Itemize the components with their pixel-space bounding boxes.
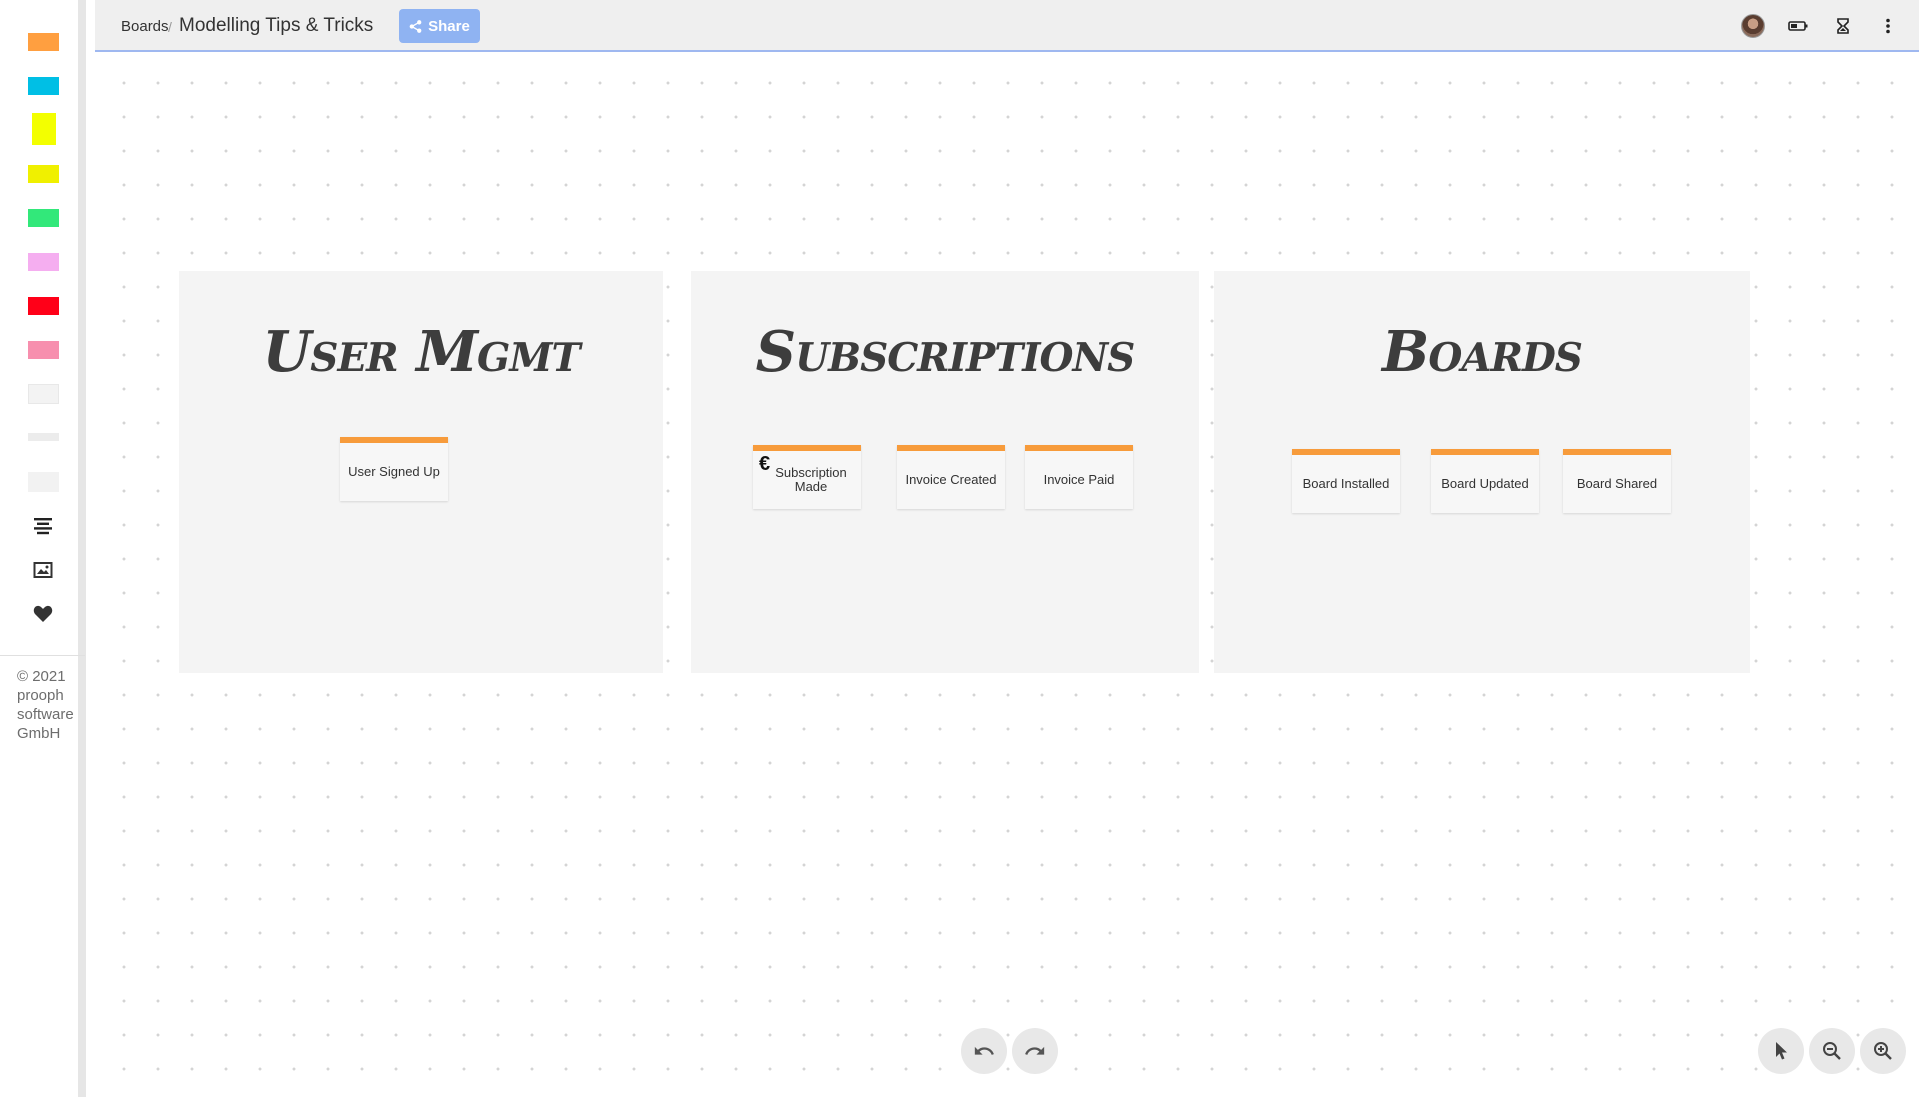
hourglass-icon[interactable] <box>1831 14 1855 38</box>
board-title: Modelling Tips & Tricks <box>179 15 374 36</box>
sticky-label: Invoice Created <box>905 472 997 487</box>
sticky-label: Board Shared <box>1576 476 1658 491</box>
zoom-out-icon <box>1823 1042 1841 1060</box>
event-sticky[interactable]: User Signed Up <box>340 437 448 501</box>
zoom-in-icon <box>1874 1042 1892 1060</box>
battery-icon[interactable] <box>1786 14 1810 38</box>
undo-icon <box>974 1046 994 1055</box>
euro-icon: € <box>759 453 771 475</box>
frame-tool[interactable] <box>28 472 59 492</box>
event-sticky[interactable]: Board Updated <box>1431 449 1539 513</box>
sticky-label: Board Updated <box>1441 476 1529 491</box>
redo-icon <box>1025 1046 1045 1055</box>
document-sticky-tool[interactable] <box>28 209 59 227</box>
event-sticky-tool[interactable] <box>28 33 59 51</box>
frame-user-mgmt[interactable]: User Mgmt User Signed Up <box>179 271 663 673</box>
event-sticky[interactable]: Board Installed <box>1292 449 1400 513</box>
element-toolbar: © 2021 prooph software GmbH <box>0 0 86 1097</box>
policy-sticky-tool[interactable] <box>28 253 59 271</box>
undo-button[interactable] <box>961 1028 1007 1074</box>
more-vert-icon[interactable] <box>1876 14 1900 38</box>
frame-title: User Mgmt <box>262 319 580 385</box>
boundary-tool[interactable] <box>28 433 59 441</box>
align-center-icon[interactable] <box>30 513 56 539</box>
breadcrumb-boards-link[interactable]: Boards <box>121 18 169 35</box>
zoom-out-button[interactable] <box>1809 1028 1855 1074</box>
aggregate-sticky-tool[interactable] <box>28 165 59 183</box>
image-icon[interactable] <box>30 557 56 583</box>
role-sticky-tool[interactable] <box>32 113 56 145</box>
avatar[interactable] <box>1741 14 1765 38</box>
zoom-in-button[interactable] <box>1860 1028 1906 1074</box>
command-sticky-tool[interactable] <box>28 77 59 95</box>
pointer-icon <box>1776 1042 1787 1060</box>
event-sticky[interactable]: Invoice Created <box>897 445 1005 509</box>
external-system-sticky-tool[interactable] <box>28 341 59 359</box>
frame-title: Boards <box>1382 319 1583 385</box>
heart-icon[interactable] <box>30 601 56 627</box>
event-sticky[interactable]: Board Shared <box>1563 449 1671 513</box>
share-button[interactable]: Share <box>399 9 480 43</box>
ui-sticky-tool[interactable] <box>28 384 59 404</box>
event-sticky[interactable]: € Subscription Made <box>753 445 861 509</box>
copyright-text: © 2021 prooph software GmbH <box>17 668 74 742</box>
pointer-button[interactable] <box>1758 1028 1804 1074</box>
hotspot-sticky-tool[interactable] <box>28 297 59 315</box>
frame-title: Subscriptions <box>755 319 1136 385</box>
frame-boards[interactable]: Boards Board Installed Board Updated Boa… <box>1214 271 1750 673</box>
sticky-label: User Signed Up <box>348 464 440 479</box>
board-canvas[interactable]: User Mgmt User Signed Up Subscriptions €… <box>95 54 1919 1097</box>
breadcrumb-separator: / <box>168 19 172 35</box>
sidebar-divider <box>0 655 85 656</box>
sticky-label: Invoice Paid <box>1043 472 1115 487</box>
share-button-label: Share <box>428 17 470 35</box>
sticky-label: Board Installed <box>1302 476 1390 491</box>
event-sticky[interactable]: Invoice Paid <box>1025 445 1133 509</box>
top-bar: Boards / Modelling Tips & Tricks Share <box>95 0 1919 52</box>
redo-button[interactable] <box>1012 1028 1058 1074</box>
frame-subscriptions[interactable]: Subscriptions € Subscription Made Invoic… <box>691 271 1199 673</box>
share-icon <box>409 19 422 33</box>
